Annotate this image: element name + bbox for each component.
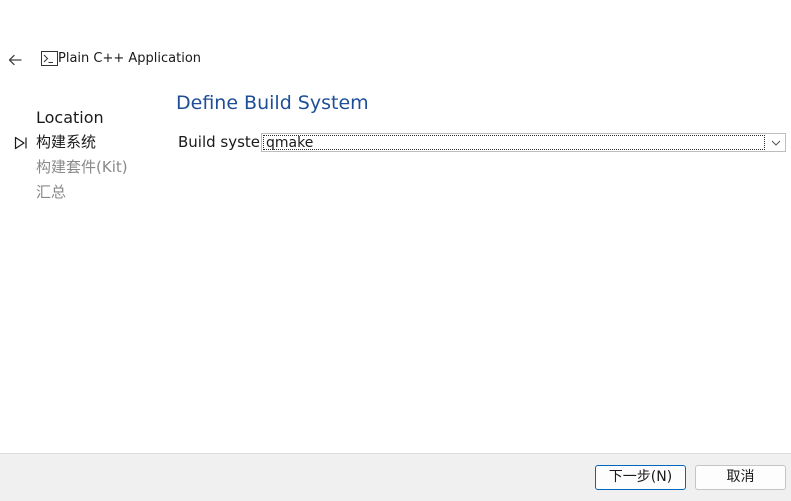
- cancel-button[interactable]: 取消: [695, 465, 786, 490]
- page-title: Define Build System: [176, 92, 369, 114]
- wizard-header: Plain C++ Application: [41, 51, 201, 66]
- build-system-value: qmake: [263, 135, 765, 150]
- back-button[interactable]: [4, 49, 26, 71]
- step-label: Location: [36, 108, 104, 127]
- step-summary: 汇总: [14, 180, 128, 205]
- build-system-select[interactable]: qmake: [261, 133, 786, 152]
- chevron-down-icon[interactable]: [770, 137, 782, 149]
- build-system-label: Build syste: [178, 133, 261, 151]
- terminal-icon: [41, 51, 58, 66]
- arrow-left-icon: [8, 54, 22, 66]
- next-button[interactable]: 下一步(N): [595, 465, 686, 490]
- step-label: 汇总: [36, 183, 67, 201]
- wizard-title: Plain C++ Application: [58, 51, 202, 66]
- step-label: 构建套件(Kit): [36, 158, 128, 176]
- wizard-steps: Location 构建系统 构建套件(Kit) 汇总: [14, 106, 128, 205]
- step-label: 构建系统: [36, 133, 97, 151]
- play-outline-icon: [14, 136, 27, 150]
- step-build-system: 构建系统: [14, 130, 128, 155]
- step-location: Location: [14, 106, 128, 130]
- wizard-footer: 下一步(N) 取消: [0, 453, 791, 501]
- step-kits: 构建套件(Kit): [14, 155, 128, 180]
